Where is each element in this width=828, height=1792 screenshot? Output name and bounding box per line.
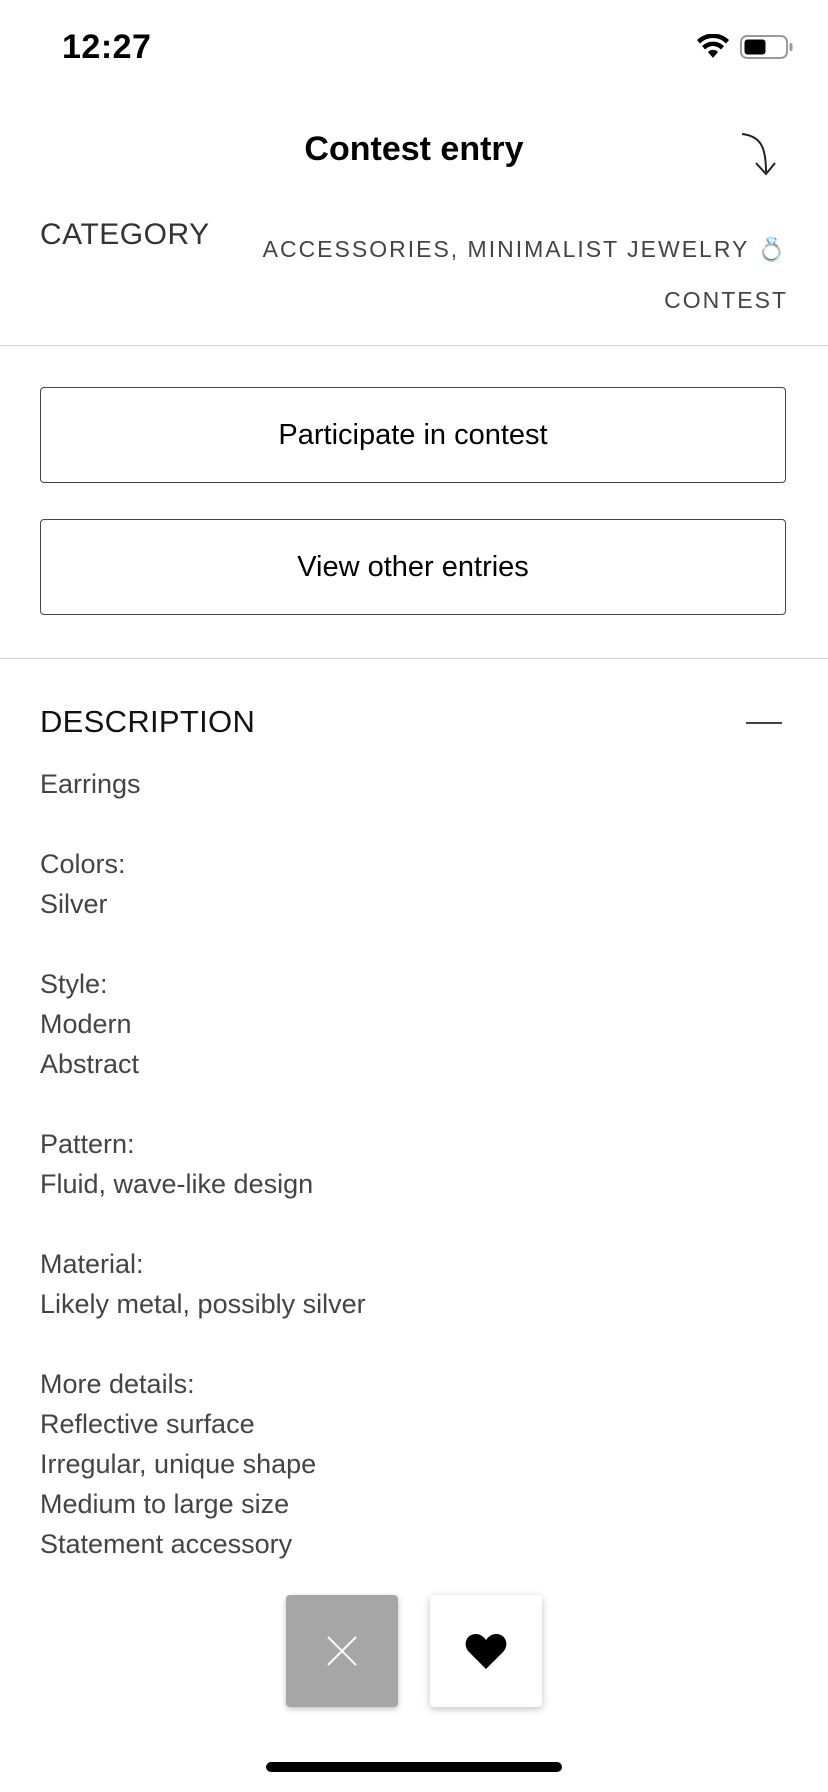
page-title: Contest entry — [304, 130, 524, 168]
pattern-label: Pattern: — [40, 1129, 135, 1159]
details-value: Medium to large size — [40, 1489, 290, 1519]
view-entries-button[interactable]: View other entries — [40, 519, 786, 615]
battery-icon — [740, 35, 793, 59]
heart-icon — [465, 1633, 507, 1669]
status-icons — [696, 34, 794, 60]
divider — [0, 345, 828, 346]
status-time: 12:27 — [62, 28, 152, 66]
like-button[interactable] — [430, 1595, 542, 1707]
category-value-line1: ACCESSORIES, MINIMALIST JEWELRY 💍 — [262, 236, 788, 262]
category-label: CATEGORY — [40, 218, 210, 251]
material-value: Likely metal, possibly silver — [40, 1289, 366, 1319]
material-label: Material: — [40, 1249, 144, 1279]
details-value: Reflective surface — [40, 1409, 255, 1439]
minus-icon[interactable] — [746, 722, 782, 724]
home-indicator — [266, 1762, 562, 1772]
category-row: CATEGORY ACCESSORIES, MINIMALIST JEWELRY… — [40, 212, 788, 313]
share-button[interactable] — [738, 130, 778, 178]
participate-button[interactable]: Participate in contest — [40, 387, 786, 483]
description-header[interactable]: DESCRIPTION — [40, 700, 788, 750]
close-icon — [327, 1636, 357, 1666]
details-label: More details: — [40, 1369, 195, 1399]
style-value: Modern — [40, 1009, 132, 1039]
pattern-value: Fluid, wave-like design — [40, 1169, 314, 1199]
section-title: DESCRIPTION — [40, 704, 256, 739]
colors-label: Colors: — [40, 849, 126, 879]
description-body: Earrings Colors: Silver Style: Modern Ab… — [40, 764, 788, 1564]
category-value-line2: CONTEST — [664, 287, 788, 313]
colors-value: Silver — [40, 889, 108, 919]
bottom-actions — [286, 1595, 542, 1707]
details-value: Statement accessory — [40, 1529, 293, 1559]
description-item: Earrings — [40, 769, 141, 799]
category-value: ACCESSORIES, MINIMALIST JEWELRY 💍 CONTES… — [248, 224, 788, 326]
curved-arrow-down-icon — [741, 133, 776, 176]
nav-bar: Contest entry — [0, 110, 828, 190]
style-label: Style: — [40, 969, 108, 999]
style-value: Abstract — [40, 1049, 140, 1079]
details-value: Irregular, unique shape — [40, 1449, 317, 1479]
divider — [0, 658, 828, 659]
status-bar: 12:27 — [0, 0, 828, 100]
dismiss-button[interactable] — [286, 1595, 398, 1707]
wifi-icon — [697, 34, 729, 58]
